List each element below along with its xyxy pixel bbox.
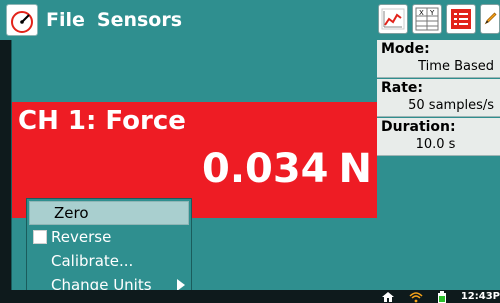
menu-item-label: Calibrate... xyxy=(51,252,134,270)
graph-icon xyxy=(381,8,405,30)
top-strip xyxy=(12,40,378,100)
menu-item-label: Zero xyxy=(54,204,89,222)
duration-label: Duration: xyxy=(381,119,456,135)
graph-view-button[interactable] xyxy=(378,4,408,34)
duration-value: 10.0 s xyxy=(415,137,456,152)
list-icon xyxy=(451,9,471,29)
gauge-icon[interactable] xyxy=(6,4,38,36)
rate-label: Rate: xyxy=(381,80,424,96)
menu-file[interactable]: File xyxy=(46,0,85,40)
top-bar: File Sensors X Y xyxy=(0,0,500,40)
sensor-value: 0.034 xyxy=(201,146,329,192)
list-view-button[interactable] xyxy=(446,4,476,34)
status-bar: 12:43P xyxy=(0,290,500,303)
menu-bar: File Sensors xyxy=(46,0,182,40)
channel-label: CH 1: Force xyxy=(18,106,186,136)
table-icon-y: Y xyxy=(429,9,435,17)
info-panel: Mode: Time Based Rate: 50 samples/s Dura… xyxy=(377,40,500,290)
wifi-icon[interactable] xyxy=(409,291,423,303)
sensor-value-row: 0.034 N xyxy=(202,146,372,192)
reverse-checkbox[interactable] xyxy=(33,230,47,244)
rate-block[interactable]: Rate: 50 samples/s xyxy=(377,79,500,117)
context-menu: Zero Reverse Calibrate... Change Units xyxy=(26,198,192,298)
mode-block[interactable]: Mode: Time Based xyxy=(377,40,500,78)
clock: 12:43P xyxy=(460,291,500,302)
battery-icon[interactable] xyxy=(437,290,447,303)
mode-label: Mode: xyxy=(381,41,430,57)
menu-sensors[interactable]: Sensors xyxy=(97,0,182,40)
table-icon: X Y xyxy=(415,7,439,31)
mode-value: Time Based xyxy=(418,59,494,74)
menu-item-zero[interactable]: Zero xyxy=(29,201,189,225)
table-icon-x: X xyxy=(419,9,424,17)
menu-item-reverse[interactable]: Reverse xyxy=(27,225,191,249)
home-icon[interactable] xyxy=(381,291,395,303)
annotate-button[interactable] xyxy=(480,4,500,34)
menu-item-calibrate[interactable]: Calibrate... xyxy=(27,249,191,273)
pencil-icon xyxy=(484,12,497,25)
toolbar: X Y xyxy=(378,4,500,34)
duration-block[interactable]: Duration: 10.0 s xyxy=(377,118,500,156)
table-view-button[interactable]: X Y xyxy=(412,4,442,34)
sensor-unit: N xyxy=(338,146,372,192)
menu-item-label: Reverse xyxy=(51,228,112,246)
rate-value: 50 samples/s xyxy=(408,98,494,113)
status-icons: 12:43P xyxy=(381,290,500,303)
